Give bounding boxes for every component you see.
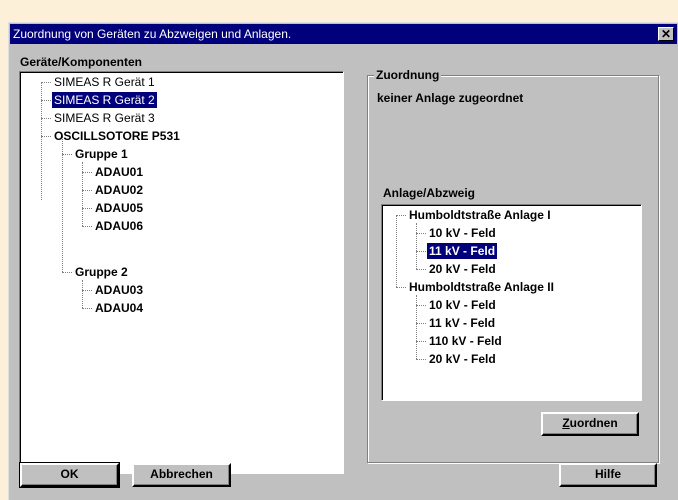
- tree-line: [82, 280, 83, 308]
- tree-line: [396, 287, 406, 288]
- tree-item-adau04[interactable]: ADAU04: [93, 300, 145, 316]
- assignment-group-title: Zuordnung: [374, 68, 442, 82]
- tree-item-simeas-2[interactable]: SIMEAS R Gerät 2: [52, 92, 157, 108]
- tree-line: [416, 341, 426, 342]
- device-tree[interactable]: SIMEAS R Gerät 1 SIMEAS R Gerät 2 SIMEAS…: [19, 71, 344, 474]
- tree-item-simeas-1[interactable]: SIMEAS R Gerät 1: [52, 74, 157, 90]
- tree-item-gruppe-2[interactable]: Gruppe 2: [73, 264, 130, 280]
- assign-button[interactable]: Zuordnen: [541, 412, 639, 436]
- devices-label: Geräte/Komponenten: [20, 55, 143, 69]
- tree-item-anlage2-110kv[interactable]: 110 kV - Feld: [427, 333, 504, 349]
- tree-item-adau06[interactable]: ADAU06: [93, 218, 145, 234]
- tree-line: [62, 136, 63, 272]
- tree-line: [41, 136, 51, 137]
- tree-line: [416, 359, 426, 360]
- tree-line: [41, 82, 51, 83]
- tree-line: [82, 208, 92, 209]
- tree-item-adau03[interactable]: ADAU03: [93, 282, 145, 298]
- help-button[interactable]: Hilfe: [559, 463, 657, 487]
- tree-line: [82, 308, 92, 309]
- tree-item-anlage-2[interactable]: Humboldtstraße Anlage II: [407, 279, 556, 295]
- assignment-dialog: Zuordnung von Geräten zu Abzweigen und A…: [8, 22, 678, 500]
- tree-line: [416, 223, 417, 269]
- tree-item-simeas-3[interactable]: SIMEAS R Gerät 3: [52, 110, 157, 126]
- cancel-button[interactable]: Abbrechen: [132, 463, 231, 487]
- tree-line: [396, 215, 397, 287]
- tree-item-adau05[interactable]: ADAU05: [93, 200, 145, 216]
- tree-item-gruppe-1[interactable]: Gruppe 1: [73, 146, 130, 162]
- assign-button-label: uordnen: [569, 416, 618, 430]
- tree-item-anlage-1[interactable]: Humboldtstraße Anlage I: [407, 207, 553, 223]
- tree-line: [416, 305, 426, 306]
- tree-line: [82, 290, 92, 291]
- tree-item-adau02[interactable]: ADAU02: [93, 182, 145, 198]
- installation-tree[interactable]: Humboldtstraße Anlage I 10 kV - Feld 11 …: [381, 204, 642, 401]
- tree-item-oscillostore[interactable]: OSCILLSOTORE P531: [52, 128, 182, 144]
- ok-button[interactable]: OK: [19, 462, 120, 488]
- tree-item-anlage1-10kv[interactable]: 10 kV - Feld: [427, 225, 498, 241]
- tree-line: [82, 172, 92, 173]
- close-icon: ✕: [660, 27, 672, 41]
- tree-item-anlage1-11kv[interactable]: 11 kV - Feld: [427, 243, 498, 259]
- tree-line: [416, 233, 426, 234]
- tree-line: [41, 118, 51, 119]
- tree-line: [82, 190, 92, 191]
- dialog-title: Zuordnung von Geräten zu Abzweigen und A…: [13, 27, 292, 41]
- tree-line: [416, 323, 426, 324]
- tree-item-adau01[interactable]: ADAU01: [93, 164, 145, 180]
- tree-item-anlage1-20kv[interactable]: 20 kV - Feld: [427, 261, 498, 277]
- assignment-status: keiner Anlage zugeordnet: [377, 91, 524, 105]
- tree-line: [62, 154, 72, 155]
- tree-line: [82, 226, 92, 227]
- tree-line: [416, 269, 426, 270]
- tree-line: [41, 100, 51, 101]
- tree-line: [396, 215, 406, 216]
- tree-item-anlage2-10kv[interactable]: 10 kV - Feld: [427, 297, 498, 313]
- title-bar[interactable]: Zuordnung von Geräten zu Abzweigen und A…: [10, 24, 677, 44]
- tree-line: [416, 251, 426, 252]
- tree-line: [62, 272, 72, 273]
- close-button[interactable]: ✕: [658, 27, 674, 41]
- tree-item-anlage2-20kv[interactable]: 20 kV - Feld: [427, 351, 498, 367]
- tree-item-anlage2-11kv[interactable]: 11 kV - Feld: [427, 315, 497, 331]
- installation-label: Anlage/Abzweig: [383, 186, 476, 200]
- assign-button-mnemonic: Z: [562, 416, 570, 430]
